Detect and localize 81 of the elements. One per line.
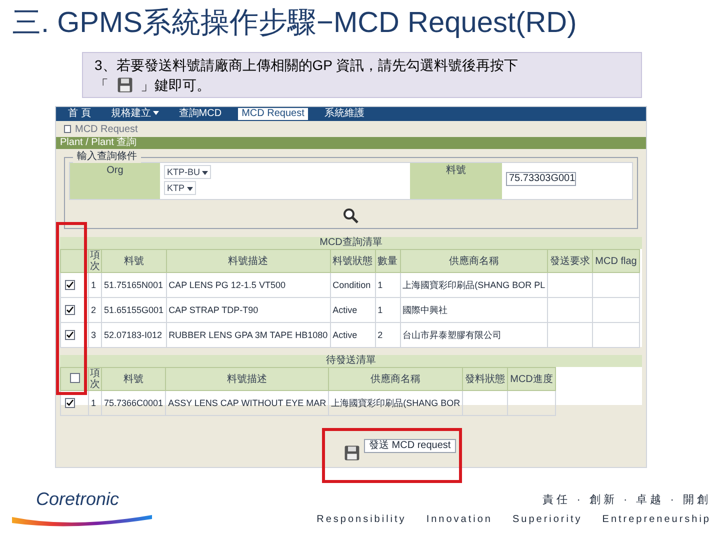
table-title: MCD查詢清單 [60,237,642,249]
row-checkbox[interactable] [65,398,75,408]
table-cell: 國際中興社 [400,298,548,322]
table-cell: 1 [375,272,400,298]
table-cell: 上海國寶彩印刷品(SHANG BOR [328,390,463,416]
table-cell: ASSY LENS CAP WITHOUT EYE MAR [166,390,329,416]
column-header: 發送要求 [548,250,593,272]
table-cell: Condition [330,272,376,298]
column-header: 料號 [102,368,166,390]
column-header: 項次 [88,368,102,390]
nav-tab[interactable]: 規格建立 [106,108,163,120]
instruction-text: 」鍵即可。 [140,76,210,95]
table-cell [592,322,640,348]
caret-icon [186,186,193,191]
column-header: 料號 [102,250,166,272]
table-cell: CAP LENS PG 12-1.5 VT500 [166,272,330,298]
table-cell: CAP STRAP TDP-T90 [166,298,330,322]
value-word: Entrepreneurship [602,513,711,527]
table-cell: 52.07183-I012 [102,322,166,348]
search-icon[interactable] [343,208,359,224]
table-cell: 1 [88,390,102,416]
section-bar: Plant / Plant 查詢 [56,137,646,149]
table-cell: 2 [88,298,102,322]
part-number-field[interactable]: 75.73303G001 [506,172,576,186]
table-cell: 上海國寶彩印刷品(SHANG BOR PL [400,272,548,298]
table-cell: 台山市昇泰塑膠有限公司 [400,322,548,348]
row-checkbox[interactable] [65,305,75,315]
table-cell [592,298,640,322]
column-header: 供應商名稱 [400,250,548,272]
org-select[interactable]: KTP [164,181,196,195]
fieldset-legend: 輸入查詢條件 [73,151,141,163]
value-word: Innovation [426,513,492,527]
table-cell [462,390,508,416]
table-cell: 3 [88,322,102,348]
column-header: MCD進度 [508,368,556,390]
breadcrumb: MCD Request [75,122,138,136]
table-cell: 1 [88,272,102,298]
column-header: MCD flag [592,250,640,272]
row-checkbox[interactable] [65,330,75,340]
table-cell: 51.75165N001 [102,272,166,298]
row-checkbox[interactable] [70,372,80,382]
tooltip: 發送 MCD request [364,439,456,453]
column-header: 數量 [375,250,400,272]
column-header: 料號狀態 [330,250,376,272]
instruction-text: 3、若要發送料號請廠商上傳相關的GP 資訊，請先勾選料號後再按下 [94,56,520,75]
table-title: 待發送清單 [60,355,642,367]
table-cell: 75.7366C0001 [102,390,166,416]
nav-tab[interactable]: MCD Request [238,108,308,120]
table-cell: RUBBER LENS GPA 3M TAPE HB1080 [166,322,330,348]
field-label: 料號 [410,163,502,199]
value-word: Superiority [512,513,582,527]
caret-icon [202,170,208,175]
send-request-button[interactable] [344,445,360,461]
table-cell [592,272,640,298]
nav-tab[interactable]: 系統維護 [320,108,368,120]
org-select[interactable]: KTP-BU [164,165,212,179]
slide-title: 三. GPMS系統操作步驟−MCD Request(RD) [11,6,577,41]
table-cell [548,298,593,322]
field-label: Org [70,163,160,199]
column-header: 料號描述 [166,250,330,272]
table-cell: Active [330,322,376,348]
values-chinese: 責任 · 創新 · 卓越 · 開創 [542,492,711,508]
table-cell [548,272,593,298]
instruction-text: 「 [94,76,108,95]
row-checkbox[interactable] [65,280,75,290]
company-logo: Coretronic [35,488,120,511]
table-cell: 51.65155G001 [102,298,166,322]
table-cell: 2 [375,322,400,348]
column-header: 發料狀態 [462,368,508,390]
caret-icon [152,111,159,116]
table-cell [508,390,556,416]
table-cell: 1 [375,298,400,322]
table-cell: Active [330,298,376,322]
nav-tab[interactable]: 查詢MCD [174,108,226,120]
page-icon [64,125,71,133]
column-header: 供應商名稱 [328,368,463,390]
value-word: Responsibility [316,513,406,527]
column-header: 項次 [88,250,102,272]
table-cell [548,322,593,348]
column-header: 料號描述 [166,368,329,390]
nav-tab[interactable]: 首 頁 [64,108,95,120]
